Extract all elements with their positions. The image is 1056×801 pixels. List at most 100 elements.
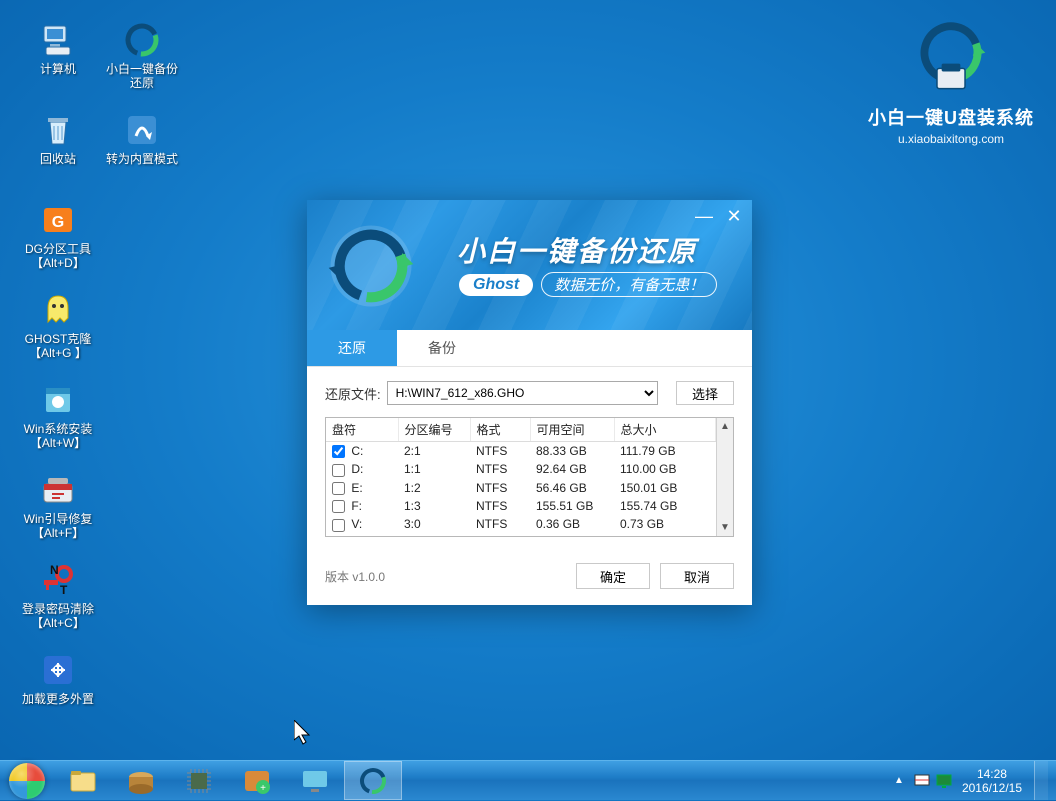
cell-total: 111.79 GB <box>614 442 716 461</box>
window-subtitle: Ghost 数据无价，有备无患！ <box>459 272 717 297</box>
partition-table: 盘符 分区编号 格式 可用空间 总大小 C:2:1NTFS88.33 GB111… <box>325 417 734 537</box>
desktop-icon-label: 登录密码清除【Alt+C】 <box>22 602 94 630</box>
scroll-down-icon[interactable]: ▼ <box>717 519 733 536</box>
load-more-ext-icon <box>38 650 78 690</box>
col-free[interactable]: 可用空间 <box>530 418 614 442</box>
password-clear-icon: NT <box>38 560 78 600</box>
xiaobai-backup-icon <box>122 20 162 60</box>
close-button[interactable]: ✕ <box>724 206 744 227</box>
tb-monitor[interactable] <box>286 761 344 800</box>
cell-free: 0.36 GB <box>530 515 614 533</box>
desktop-icon-label: Win系统安装【Alt+W】 <box>24 422 93 450</box>
desktop-icon-label: Win引导修复【Alt+F】 <box>24 512 93 540</box>
row-checkbox[interactable] <box>332 500 345 513</box>
col-part[interactable]: 分区编号 <box>398 418 470 442</box>
table-row[interactable]: F:1:3NTFS155.51 GB155.74 GB <box>326 497 716 515</box>
svg-text:T: T <box>60 583 68 597</box>
cell-part: 1:2 <box>398 479 470 497</box>
tb-xiaobai-app[interactable] <box>344 761 402 800</box>
cancel-button[interactable]: 取消 <box>660 563 734 589</box>
choose-file-button[interactable]: 选择 <box>676 381 734 405</box>
cell-fs: NTFS <box>470 460 530 478</box>
ghost-clone-icon <box>38 290 78 330</box>
desktop-icon-label: DG分区工具【Alt+D】 <box>25 242 91 270</box>
cell-fs: NTFS <box>470 497 530 515</box>
app-logo-icon <box>325 220 417 312</box>
row-checkbox[interactable] <box>332 519 345 532</box>
svg-text:N: N <box>50 563 59 577</box>
cell-part: 2:1 <box>398 442 470 461</box>
cell-free: 155.51 GB <box>530 497 614 515</box>
clock-date: 2016/12/15 <box>962 781 1022 795</box>
scroll-up-icon[interactable]: ▲ <box>717 418 733 435</box>
svg-text:G: G <box>52 214 64 231</box>
restore-file-select[interactable]: H:\WIN7_612_x86.GHO <box>387 381 658 405</box>
ghost-clone-shortcut[interactable]: GHOST克隆【Alt+G 】 <box>18 290 98 360</box>
tb-tools-icon: + <box>241 765 273 797</box>
tb-monitor-icon <box>299 765 331 797</box>
dg-partition-icon: G <box>38 200 78 240</box>
version-label: 版本 v1.0.0 <box>325 568 385 585</box>
cell-total: 155.74 GB <box>614 497 716 515</box>
taskbar: + ▲ 14:28 2016/12/15 <box>0 760 1056 800</box>
table-row[interactable]: E:1:2NTFS56.46 GB150.01 GB <box>326 479 716 497</box>
tb-chip-util[interactable] <box>170 761 228 800</box>
desktop-icon-label: 加载更多外置 <box>22 692 94 706</box>
taskbar-clock[interactable]: 14:28 2016/12/15 <box>958 767 1028 795</box>
tb-disk-util[interactable] <box>112 761 170 800</box>
cell-free: 92.64 GB <box>530 460 614 478</box>
win-boot-repair-icon <box>38 470 78 510</box>
row-checkbox[interactable] <box>332 482 345 495</box>
recycle-bin-icon <box>38 110 78 150</box>
minimize-button[interactable]: — <box>694 206 714 227</box>
tb-xiaobai-app-icon <box>357 765 389 797</box>
ok-button[interactable]: 确定 <box>576 563 650 589</box>
computer-icon <box>38 20 78 60</box>
watermark-logo-icon <box>912 20 990 98</box>
xiaobai-restore-window: — ✕ 小白一键备份还原 Ghost 数据无价，有备无患！ 还原 备份 还原文件… <box>307 200 752 605</box>
clock-time: 14:28 <box>962 767 1022 781</box>
watermark-title: 小白一键U盘装系统 <box>868 104 1034 130</box>
tb-disk-util-icon <box>125 765 157 797</box>
table-row[interactable]: D:1:1NTFS92.64 GB110.00 GB <box>326 460 716 478</box>
tray-overflow-button[interactable]: ▲ <box>890 775 908 786</box>
ghost-badge: Ghost <box>459 274 533 296</box>
win-boot-repair-shortcut[interactable]: Win引导修复【Alt+F】 <box>18 470 98 540</box>
desktop-watermark: 小白一键U盘装系统 u.xiaobaixitong.com <box>868 20 1034 146</box>
cell-free: 56.46 GB <box>530 479 614 497</box>
password-clear-shortcut[interactable]: NT登录密码清除【Alt+C】 <box>18 560 98 630</box>
desktop-icon-label: 小白一键备份还原 <box>106 62 178 90</box>
table-scrollbar[interactable]: ▲ ▼ <box>716 418 733 536</box>
row-checkbox[interactable] <box>332 445 345 458</box>
table-row[interactable]: C:2:1NTFS88.33 GB111.79 GB <box>326 442 716 461</box>
show-desktop-button[interactable] <box>1034 761 1048 800</box>
tray-display-icon[interactable] <box>936 773 952 789</box>
xiaobai-backup-shortcut[interactable]: 小白一键备份还原 <box>102 20 182 90</box>
row-checkbox[interactable] <box>332 464 345 477</box>
desktop-icon-label: 计算机 <box>40 62 76 76</box>
tray-flag-icon[interactable] <box>914 773 930 789</box>
tb-explorer[interactable] <box>54 761 112 800</box>
dg-partition-shortcut[interactable]: G DG分区工具【Alt+D】 <box>18 200 98 270</box>
col-total[interactable]: 总大小 <box>614 418 716 442</box>
cell-total: 150.01 GB <box>614 479 716 497</box>
desktop-icon-label: 回收站 <box>40 152 76 166</box>
cell-total: 110.00 GB <box>614 460 716 478</box>
window-title: 小白一键备份还原 <box>457 230 697 270</box>
recycle-bin-shortcut[interactable]: 回收站 <box>18 110 98 166</box>
load-more-ext-shortcut[interactable]: 加载更多外置 <box>18 650 98 706</box>
computer-shortcut[interactable]: 计算机 <box>18 20 98 76</box>
tb-tools[interactable]: + <box>228 761 286 800</box>
tab-restore[interactable]: 还原 <box>307 330 397 366</box>
win-install-shortcut[interactable]: Win系统安装【Alt+W】 <box>18 380 98 450</box>
cell-fs: NTFS <box>470 479 530 497</box>
col-fs[interactable]: 格式 <box>470 418 530 442</box>
tab-backup[interactable]: 备份 <box>397 330 487 366</box>
table-row[interactable]: V:3:0NTFS0.36 GB0.73 GB <box>326 515 716 533</box>
col-drive[interactable]: 盘符 <box>326 418 398 442</box>
watermark-url: u.xiaobaixitong.com <box>868 132 1034 146</box>
switch-mode-shortcut[interactable]: 转为内置模式 <box>102 110 182 166</box>
system-tray: ▲ 14:28 2016/12/15 <box>882 761 1056 800</box>
window-header: — ✕ 小白一键备份还原 Ghost 数据无价，有备无患！ <box>307 200 752 330</box>
start-button[interactable] <box>0 761 54 801</box>
